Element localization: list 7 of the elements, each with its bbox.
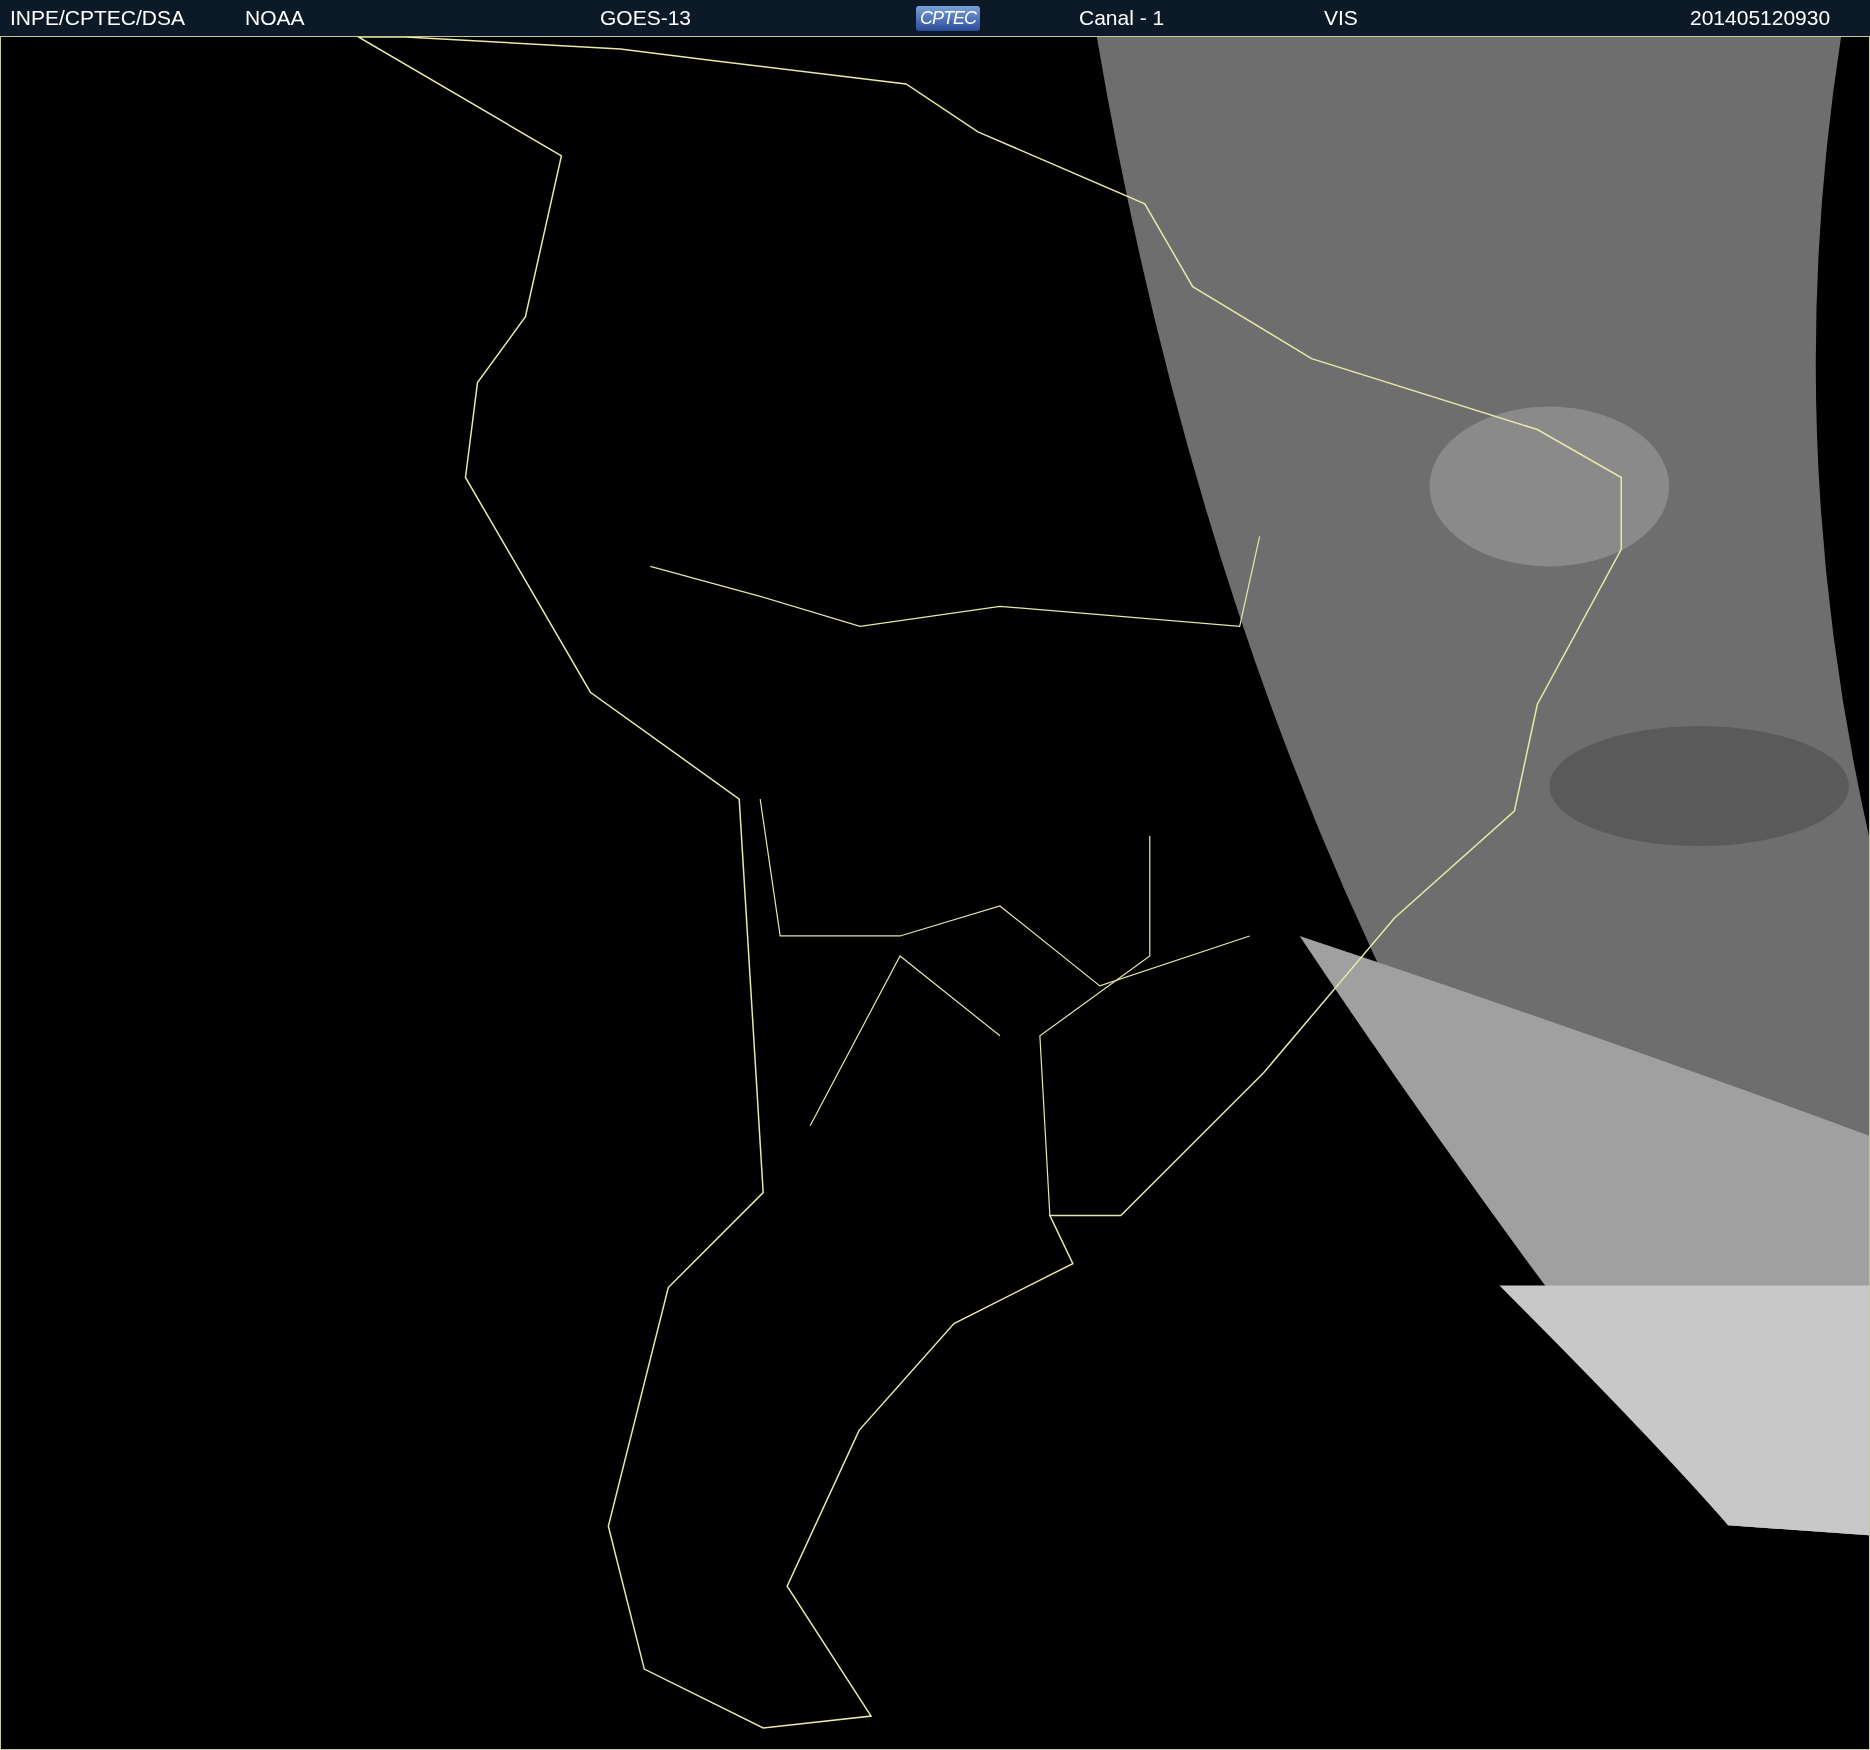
header-label: INPE/CPTEC/DSA: [10, 6, 186, 30]
header-label: GOES-13: [600, 6, 692, 30]
logo: CPTEC: [916, 5, 980, 31]
header-label: Canal - 1: [1079, 6, 1165, 30]
header-label: NOAA: [245, 6, 305, 30]
header-label: VIS: [1324, 6, 1358, 30]
header-label: 201405120930: [1690, 6, 1831, 30]
